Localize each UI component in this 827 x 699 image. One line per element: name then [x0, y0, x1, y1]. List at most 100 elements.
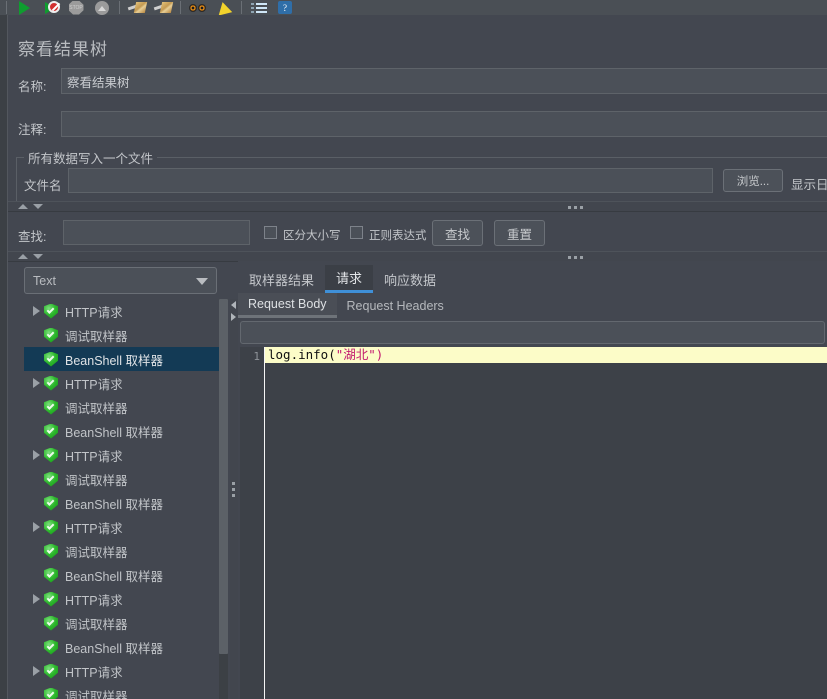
result-tab[interactable]: 取样器结果	[238, 265, 325, 293]
splitter-middle-arrows[interactable]	[18, 254, 43, 259]
tree-item[interactable]: 调试取样器	[24, 467, 219, 491]
request-subtab[interactable]: Request Headers	[337, 293, 454, 318]
search-input[interactable]	[63, 220, 250, 245]
code-editor[interactable]: 1 log.info("湖北")	[240, 347, 827, 699]
expand-arrow-icon[interactable]	[28, 587, 44, 611]
tree-item[interactable]: BeanShell 取样器	[24, 635, 219, 659]
tree-item[interactable]: HTTP请求	[24, 443, 219, 467]
splitter-left-arrow-icon[interactable]	[231, 301, 236, 309]
tree-item[interactable]: 调试取样器	[24, 611, 219, 635]
tree-item-label: BeanShell 取样器	[65, 497, 163, 512]
results-tree[interactable]: HTTP请求 调试取样器 BeanShell 取样器 HTTP请求 调试取样器 BeanS…	[24, 299, 219, 699]
request-subtab[interactable]: Request Body	[238, 293, 337, 318]
tree-item[interactable]: 调试取样器	[24, 683, 219, 699]
tree-item[interactable]: HTTP请求	[24, 299, 219, 323]
tree-item-label: 调试取样器	[65, 689, 128, 699]
log-viewer-icon[interactable]	[246, 0, 272, 15]
tree-item-label: HTTP请求	[65, 377, 123, 392]
clear-all-icon[interactable]	[150, 0, 176, 15]
shield-check-icon	[44, 687, 58, 699]
expand-arrow-icon[interactable]	[28, 443, 44, 467]
collapse-down-icon-2	[33, 254, 43, 259]
vertical-splitter[interactable]	[230, 299, 238, 699]
reset-button[interactable]: 重置	[494, 220, 545, 246]
search-goggles-icon[interactable]	[185, 0, 211, 15]
code-line[interactable]: log.info("湖北")	[265, 347, 827, 363]
tree-item[interactable]: BeanShell 取样器	[24, 563, 219, 587]
regex-label: 正则表达式	[369, 230, 427, 242]
stop-icon[interactable]: STOP	[63, 0, 89, 15]
shield-check-icon	[44, 375, 58, 391]
shield-check-icon	[44, 615, 58, 631]
result-tab[interactable]: 响应数据	[373, 265, 447, 293]
shield-check-icon	[44, 519, 58, 535]
tree-item[interactable]: 调试取样器	[24, 395, 219, 419]
find-button[interactable]: 查找	[432, 220, 483, 246]
function-helper-icon[interactable]	[211, 0, 237, 15]
request-pane: 取样器结果 请求 响应数据 Request Body Request Headers …	[238, 261, 827, 699]
code-text-area[interactable]: log.info("湖北")	[265, 347, 827, 699]
request-subtabs[interactable]: Request Body Request Headers	[238, 293, 454, 318]
name-input[interactable]: 察看结果树	[61, 68, 827, 94]
splitter-right-arrow-icon[interactable]	[231, 313, 236, 321]
code-token-call: log.info(	[268, 347, 336, 362]
tree-item-label: BeanShell 取样器	[65, 641, 163, 656]
expand-arrow-icon[interactable]	[28, 659, 44, 683]
tree-item[interactable]: HTTP请求	[24, 371, 219, 395]
shield-check-icon	[44, 351, 58, 367]
line-number: 1	[253, 350, 260, 363]
tree-item[interactable]: BeanShell 取样器	[24, 419, 219, 443]
page-body: 察看结果树 名称: 察看结果树 注释: 所有数据写入一个文件 文件名 浏览...…	[0, 15, 827, 699]
tree-item[interactable]: HTTP请求	[24, 587, 219, 611]
expand-arrow-icon[interactable]	[28, 371, 44, 395]
find-label: 查找:	[18, 230, 47, 244]
tree-item-label: 调试取样器	[65, 545, 128, 560]
expand-arrow-icon[interactable]	[28, 515, 44, 539]
tree-item-label: 调试取样器	[65, 617, 128, 632]
help-icon-label: ?	[278, 1, 292, 14]
shield-check-icon	[44, 639, 58, 655]
help-icon[interactable]: ?	[272, 0, 298, 15]
shutdown-icon[interactable]	[89, 0, 115, 15]
tree-item[interactable]: BeanShell 取样器	[24, 491, 219, 515]
tree-item-label: HTTP请求	[65, 665, 123, 680]
start-icon[interactable]	[11, 0, 37, 15]
splitter-top[interactable]	[8, 201, 827, 212]
tree-item[interactable]: 调试取样器	[24, 323, 219, 347]
tree-scrollbar[interactable]	[219, 299, 228, 699]
tree-item[interactable]: 调试取样器	[24, 539, 219, 563]
regex-checkbox[interactable]	[350, 226, 363, 239]
collapse-up-icon-2	[18, 254, 28, 259]
result-tabs[interactable]: 取样器结果 请求 响应数据	[238, 265, 447, 293]
case-sensitive-checkbox[interactable]	[264, 226, 277, 239]
comment-input[interactable]	[61, 111, 827, 137]
tree-item-label: BeanShell 取样器	[65, 425, 163, 440]
tree-scrollbar-thumb[interactable]	[219, 299, 228, 654]
expand-arrow-icon[interactable]	[28, 299, 44, 323]
browse-button[interactable]: 浏览...	[723, 169, 783, 192]
renderer-select[interactable]: Text	[24, 267, 217, 294]
tree-item[interactable]: HTTP请求	[24, 515, 219, 539]
shield-check-icon	[44, 399, 58, 415]
shield-check-icon	[44, 471, 58, 487]
tree-item[interactable]: BeanShell 取样器	[24, 347, 219, 371]
code-token-string: "湖北"	[335, 347, 376, 362]
tree-item-label: 调试取样器	[65, 401, 128, 416]
case-sensitive-label: 区分大小写	[283, 230, 341, 242]
editor-search-input[interactable]	[240, 321, 825, 344]
result-tab[interactable]: 请求	[325, 265, 374, 293]
start-no-timers-icon[interactable]	[37, 0, 63, 15]
tree-item[interactable]: HTTP请求	[24, 659, 219, 683]
page-title: 察看结果树	[18, 40, 108, 59]
toolbar-divider-2	[119, 1, 120, 14]
filename-input[interactable]	[68, 168, 713, 193]
jmeter-window: STOP ? 察看结果树 名称: 察看结果树 注释: 所有数据写入一个文件 文件…	[0, 0, 827, 699]
name-label: 名称:	[18, 80, 47, 94]
splitter-top-arrows[interactable]	[18, 204, 43, 209]
show-log-label: 显示日	[791, 178, 827, 192]
clear-icon[interactable]	[124, 0, 150, 15]
